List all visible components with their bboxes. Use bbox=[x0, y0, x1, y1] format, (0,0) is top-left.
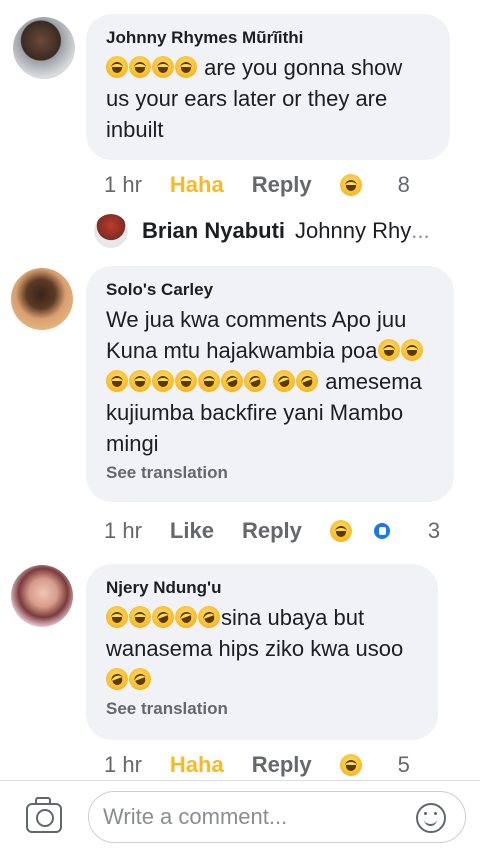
avatar[interactable] bbox=[11, 565, 73, 627]
avatar[interactable] bbox=[13, 17, 75, 79]
avatar bbox=[94, 214, 128, 248]
laughing-emoji-icon bbox=[152, 56, 174, 78]
laughing-emoji-icon bbox=[106, 56, 128, 78]
reply-ellipsis: ... bbox=[411, 218, 430, 243]
haha-reaction-icon bbox=[329, 520, 352, 542]
reply-button[interactable]: Reply bbox=[252, 172, 312, 198]
comment-time: 1 hr bbox=[104, 172, 142, 197]
rofl-emoji-icon bbox=[125, 664, 155, 694]
laughing-emoji-icon bbox=[377, 339, 400, 361]
reply-author: Brian Nyabuti bbox=[142, 218, 286, 243]
haha-button[interactable]: Haha bbox=[170, 752, 224, 778]
laughing-emoji-icon bbox=[106, 370, 128, 392]
rofl-emoji-icon bbox=[171, 602, 201, 632]
rofl-emoji-icon bbox=[293, 366, 322, 396]
rofl-emoji-icon bbox=[217, 366, 247, 396]
rofl-emoji-icon bbox=[102, 664, 132, 694]
comment-body: usoo bbox=[355, 636, 404, 661]
rofl-emoji-icon bbox=[194, 602, 224, 632]
haha-button[interactable]: Haha bbox=[170, 172, 224, 198]
reaction-summary[interactable]: 8 bbox=[339, 172, 410, 198]
haha-reaction-icon bbox=[339, 174, 362, 196]
rofl-emoji-icon bbox=[148, 602, 178, 632]
reply-preview[interactable]: Brian Nyabuti Johnny Rhy... bbox=[94, 214, 430, 248]
laughing-emoji-icon bbox=[152, 370, 174, 392]
comment-bubble: Solo's Carley We jua kwa comments Apo ju… bbox=[86, 266, 454, 502]
reply-button[interactable]: Reply bbox=[252, 752, 312, 778]
like-reaction-icon bbox=[371, 521, 392, 541]
reaction-summary[interactable]: 3 bbox=[329, 518, 441, 544]
laughing-emoji-icon bbox=[129, 606, 151, 628]
comment-text: We jua kwa comments Apo juu Kuna mtu haj… bbox=[106, 304, 432, 459]
comment-text: are you gonna show us your ears later or… bbox=[106, 52, 428, 145]
comment-time: 1 hr bbox=[104, 752, 142, 777]
comment-author[interactable]: Solo's Carley bbox=[106, 280, 432, 300]
laughing-emoji-icon bbox=[129, 56, 151, 78]
comment-actions: 1 hr Haha Reply 8 bbox=[104, 172, 410, 198]
comment-time: 1 hr bbox=[104, 518, 142, 543]
avatar[interactable] bbox=[11, 268, 73, 330]
laughing-emoji-icon bbox=[106, 606, 128, 628]
comment-actions: 1 hr Haha Reply 5 bbox=[104, 752, 410, 778]
laughing-emoji-icon bbox=[129, 370, 151, 392]
reaction-count: 5 bbox=[397, 752, 410, 777]
comment-composer bbox=[0, 780, 480, 851]
rofl-emoji-icon bbox=[270, 366, 299, 396]
laughing-emoji-icon bbox=[175, 56, 197, 78]
comment-text: sina ubaya but wanasema hips ziko kwa us… bbox=[102, 602, 416, 695]
comment-input[interactable] bbox=[88, 791, 466, 843]
comment-author[interactable]: Johnny Rhymes Mũrĩithi bbox=[106, 28, 428, 48]
reaction-count: 3 bbox=[427, 518, 441, 543]
haha-reaction-icon bbox=[339, 754, 362, 776]
rofl-emoji-icon bbox=[240, 366, 270, 396]
see-translation-link[interactable]: See translation bbox=[106, 463, 432, 483]
reply-text: Johnny Rhy bbox=[295, 218, 412, 243]
emoji-icon[interactable] bbox=[416, 803, 446, 833]
reaction-summary[interactable]: 5 bbox=[339, 752, 410, 778]
laughing-emoji-icon bbox=[175, 370, 197, 392]
laughing-emoji-icon bbox=[198, 370, 220, 392]
reply-button[interactable]: Reply bbox=[242, 518, 302, 544]
camera-icon[interactable] bbox=[26, 797, 62, 833]
reaction-count: 8 bbox=[397, 172, 410, 197]
like-button[interactable]: Like bbox=[170, 518, 214, 544]
see-translation-link[interactable]: See translation bbox=[106, 699, 416, 719]
comment-bubble: Johnny Rhymes Mũrĩithi are you gonna sho… bbox=[86, 14, 450, 160]
laughing-emoji-icon bbox=[400, 339, 423, 361]
comment-actions: 1 hr Like Reply 3 bbox=[104, 518, 440, 544]
comment-body: poa bbox=[340, 338, 378, 363]
comment-bubble: Njery Ndung'u sina ubaya but wanasema hi… bbox=[86, 564, 438, 740]
comment-author[interactable]: Njery Ndung'u bbox=[106, 578, 416, 598]
